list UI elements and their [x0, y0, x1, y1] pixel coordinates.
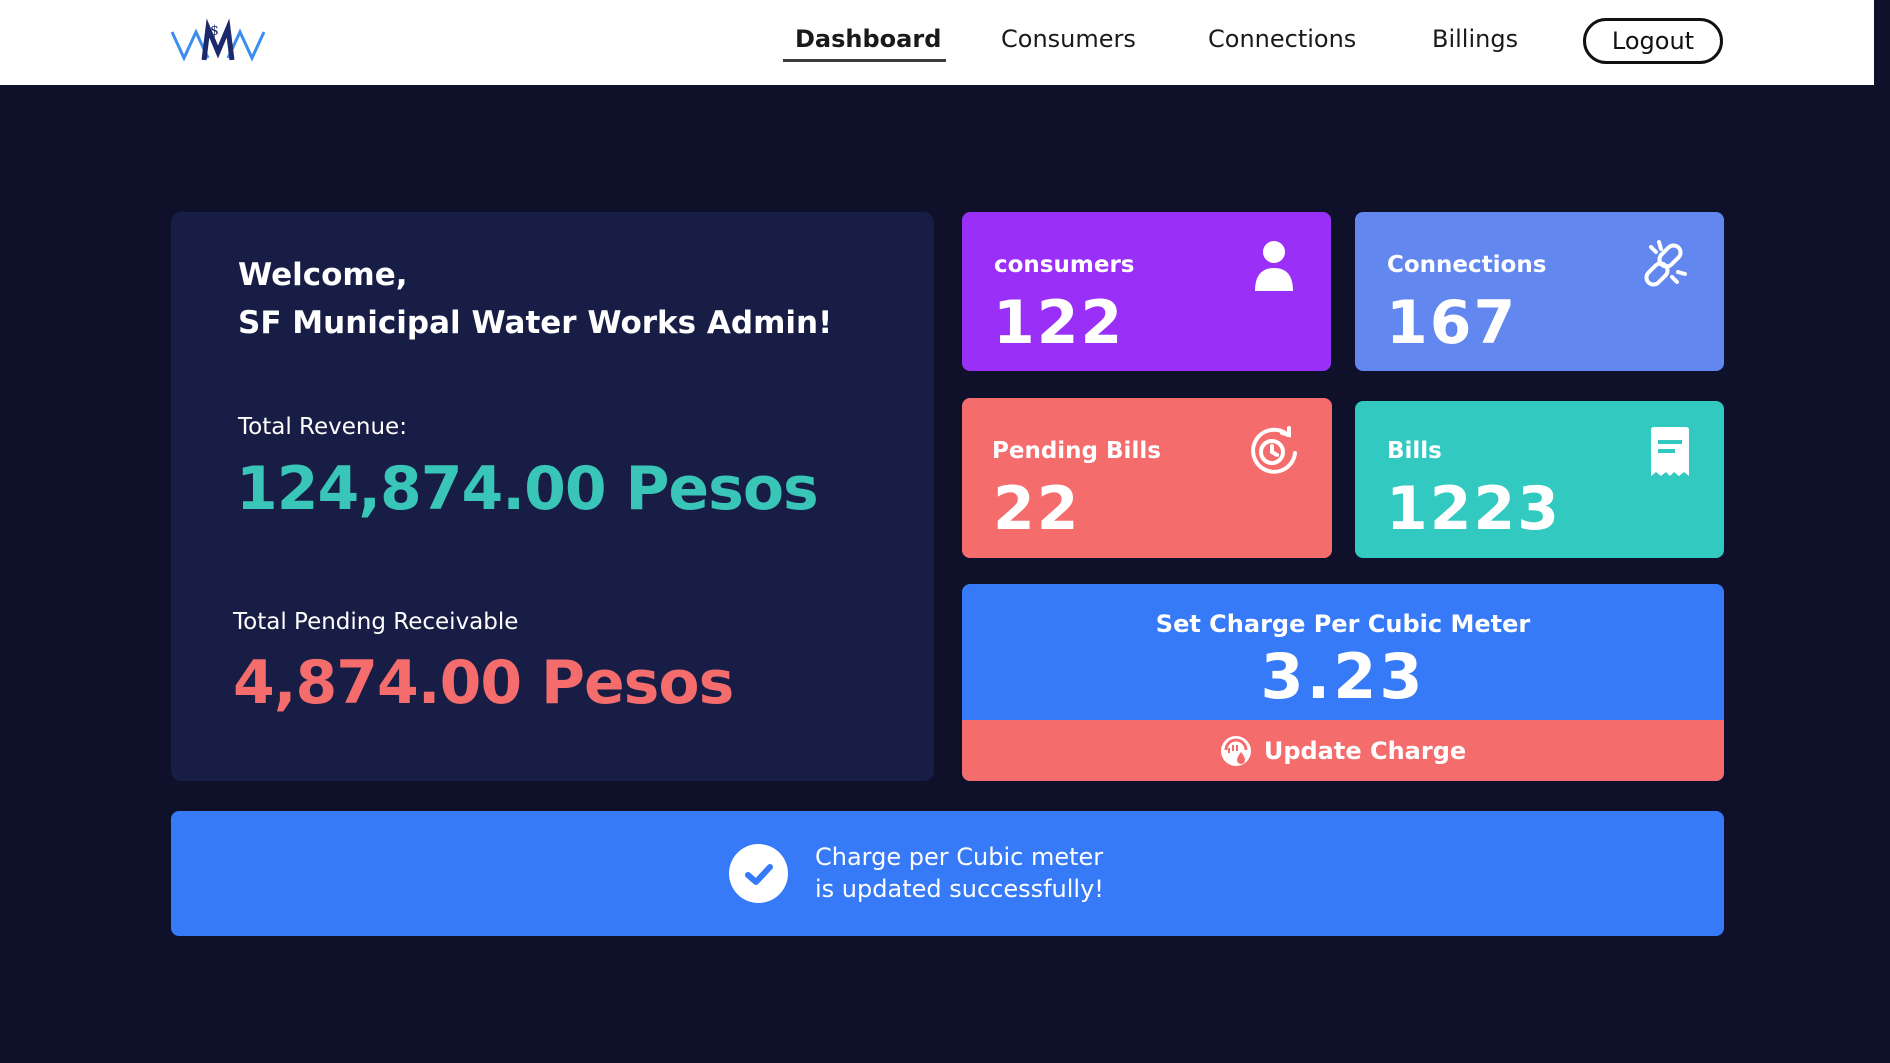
- toast-message-line2: is updated successfully!: [815, 875, 1104, 903]
- pending-receivable-label: Total Pending Receivable: [233, 609, 519, 635]
- clock-refresh-icon: [1251, 426, 1297, 474]
- bills-card-label: Bills: [1387, 438, 1442, 464]
- nav-billings[interactable]: Billings: [1432, 25, 1518, 53]
- top-navbar: $ Dashboard Consumers Connections Billin…: [0, 0, 1874, 85]
- connections-card-label: Connections: [1387, 252, 1547, 278]
- bills-card-value: 1223: [1386, 474, 1561, 544]
- welcome-greeting: Welcome,: [238, 257, 408, 293]
- logo-icon[interactable]: $: [170, 18, 266, 64]
- nav-dashboard[interactable]: Dashboard: [795, 25, 941, 53]
- svg-text:$: $: [210, 23, 219, 39]
- receipt-icon: [1651, 427, 1689, 476]
- charge-panel: Set Charge Per Cubic Meter 3.23 Update C…: [962, 584, 1724, 781]
- broken-link-icon: [1644, 240, 1687, 287]
- consumers-card-value: 122: [993, 288, 1125, 358]
- logout-button[interactable]: Logout: [1583, 18, 1723, 64]
- toast-message-line1: Charge per Cubic meter: [815, 843, 1104, 871]
- nav-consumers[interactable]: Consumers: [1001, 25, 1136, 53]
- pending-bills-card-label: Pending Bills: [992, 438, 1161, 464]
- bills-card[interactable]: Bills 1223: [1355, 401, 1724, 558]
- connections-card-value: 167: [1386, 288, 1518, 358]
- update-charge-button[interactable]: Update Charge: [962, 720, 1724, 781]
- charge-label: Set Charge Per Cubic Meter: [1155, 610, 1531, 638]
- update-charge-label: Update Charge: [1263, 736, 1467, 765]
- charge-value: 3.23: [1260, 640, 1426, 713]
- pending-receivable-value: 4,874.00 Pesos: [233, 648, 734, 718]
- active-nav-underline: [783, 59, 946, 62]
- consumers-card[interactable]: consumers 122: [962, 212, 1331, 371]
- user-icon: [1255, 241, 1293, 291]
- total-revenue-label: Total Revenue:: [238, 414, 407, 440]
- pending-bills-card-value: 22: [993, 474, 1081, 544]
- nav-connections[interactable]: Connections: [1208, 25, 1356, 53]
- total-revenue-value: 124,874.00 Pesos: [236, 454, 819, 524]
- connections-card[interactable]: Connections 167: [1355, 212, 1724, 371]
- welcome-admin-name: SF Municipal Water Works Admin!: [238, 305, 833, 341]
- meter-drop-icon: [1220, 735, 1251, 766]
- welcome-panel: Welcome, SF Municipal Water Works Admin!…: [171, 212, 934, 781]
- pending-bills-card[interactable]: Pending Bills 22: [962, 398, 1332, 558]
- check-circle-icon: [729, 844, 788, 903]
- success-toast: Charge per Cubic meter is updated succes…: [171, 811, 1724, 936]
- consumers-card-label: consumers: [994, 252, 1135, 278]
